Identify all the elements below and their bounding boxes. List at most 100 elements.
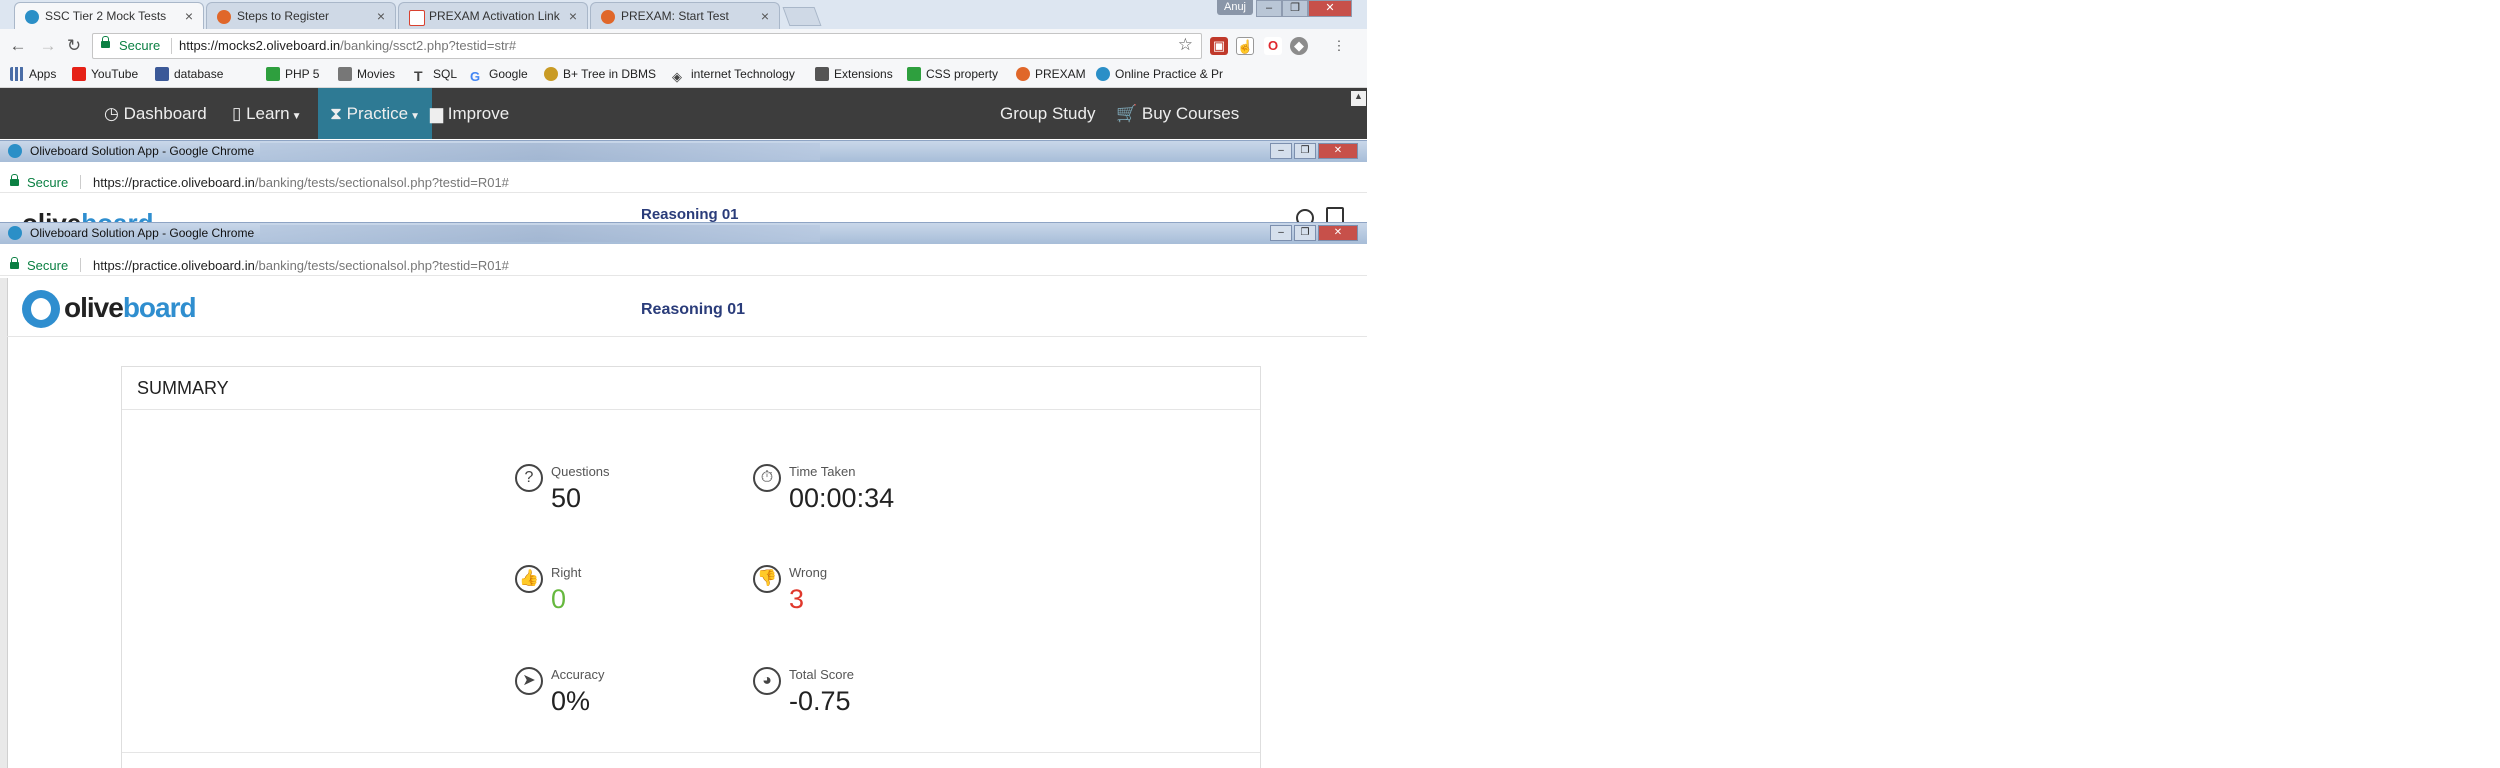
blurred-background	[260, 143, 820, 160]
nav-learn[interactable]: ▯ Learn ▼	[232, 88, 301, 139]
question-icon: ?	[515, 464, 543, 492]
bookmark-css[interactable]: CSS property	[907, 67, 998, 81]
bookmark-apps[interactable]: Apps	[10, 67, 56, 81]
oliveboard-icon	[8, 144, 22, 158]
address-bar[interactable]: Secure https://mocks2.oliveboard.in/bank…	[92, 33, 1202, 59]
extension-hand-icon[interactable]: ☝	[1236, 37, 1254, 55]
nav-improve[interactable]: ▆ Improve	[430, 88, 509, 139]
tab-label: SSC Tier 2 Mock Tests	[45, 9, 167, 23]
extension-red-icon[interactable]: ▣	[1210, 37, 1228, 55]
bookmark-sql[interactable]: T SQL	[414, 67, 457, 83]
restore-button[interactable]: ❐	[1282, 0, 1308, 17]
back-icon[interactable]: ←	[8, 36, 28, 56]
browser-toolbar: ← → ↻ Secure https://mocks2.oliveboard.i…	[0, 29, 1367, 64]
url-path: /banking/tests/sectionalsol.php?testid=R…	[254, 175, 509, 190]
reload-icon[interactable]: ↻	[64, 36, 84, 56]
nav-dashboard[interactable]: ◷ Dashboard	[104, 88, 207, 139]
restore-button[interactable]: ❐	[1294, 143, 1316, 159]
url-host: https://practice.oliveboard.in	[93, 258, 255, 273]
bookmark-database[interactable]: database	[155, 67, 223, 81]
close-window-button[interactable]: ✕	[1318, 143, 1358, 159]
tab-ssc-tier2[interactable]: SSC Tier 2 Mock Tests ×	[14, 2, 204, 29]
score-icon: ◕	[753, 667, 781, 695]
extension-gray-icon[interactable]: ◆	[1290, 37, 1308, 55]
cart-icon: 🛒	[1116, 104, 1142, 123]
google-icon: G	[470, 69, 481, 84]
popup-titlebar-back: Oliveboard Solution App - Google Chrome …	[0, 140, 1367, 162]
logo-cut: oliveboard	[22, 208, 153, 222]
close-icon[interactable]: ×	[761, 3, 769, 29]
nav-practice[interactable]: ⧗ Practice ▼	[318, 88, 432, 139]
blurred-background	[260, 225, 820, 242]
bookmark-label: CSS property	[926, 67, 999, 81]
stat-accuracy: ➤ Accuracy 0%	[515, 667, 775, 737]
bookmark-label: SQL	[433, 67, 458, 81]
close-icon[interactable]: ×	[569, 3, 577, 29]
bookmark-extensions[interactable]: Extensions	[815, 67, 893, 81]
star-icon[interactable]: ☆	[1178, 35, 1193, 55]
bookmark-php5[interactable]: PHP 5	[266, 67, 319, 81]
bookmark-youtube[interactable]: YouTube	[72, 67, 138, 81]
close-window-button[interactable]: ✕	[1318, 225, 1358, 241]
book-icon: ▯	[232, 104, 247, 123]
nav-buy-courses[interactable]: 🛒 Buy Courses	[1116, 88, 1239, 139]
nav-group-study[interactable]: Group Study	[1000, 88, 1095, 139]
movies-icon	[338, 67, 352, 81]
tab-steps-register[interactable]: Steps to Register ×	[206, 2, 396, 29]
close-icon[interactable]: ×	[377, 3, 385, 29]
bookmark-label: B+ Tree in DBMS	[563, 67, 657, 81]
bookmark-prexam[interactable]: PREXAM	[1016, 67, 1086, 81]
stat-value: 00:00:34	[789, 483, 895, 513]
minimize-button[interactable]: –	[1256, 0, 1282, 17]
logo-wordmark: oliveboard	[64, 292, 197, 324]
tab-label: PREXAM: Start Test	[621, 9, 729, 23]
menu-icon[interactable]: ⋮	[1330, 37, 1348, 55]
bookmark-online-practice[interactable]: Online Practice & Pr	[1096, 67, 1223, 81]
bookmark-label: Online Practice & Pr	[1115, 67, 1224, 81]
bookmark-google[interactable]: G Google	[470, 67, 528, 84]
logo-part2: board	[81, 208, 153, 222]
lock-icon	[10, 257, 19, 269]
paper-plane-icon: ➤	[515, 667, 543, 695]
clock-icon[interactable]	[1296, 209, 1314, 222]
popup-address[interactable]: Secure https://practice.oliveboard.in/ba…	[0, 255, 1367, 276]
stat-label: Time Taken	[789, 464, 856, 479]
opera-icon[interactable]: O	[1264, 37, 1282, 55]
divider	[80, 258, 81, 272]
bookmark-label: PHP 5	[285, 67, 320, 81]
profile-badge[interactable]: Anuj	[1217, 0, 1253, 15]
bookmark-movies[interactable]: Movies	[338, 67, 395, 81]
test-title-cut: Reasoning 01	[641, 206, 739, 222]
popup-address-back[interactable]: Secure https://practice.oliveboard.in/ba…	[0, 172, 1367, 193]
minimize-button[interactable]: –	[1270, 143, 1292, 159]
stat-value: 0	[551, 584, 567, 614]
bookmark-internet-tech[interactable]: ◈ internet Technology	[672, 67, 795, 84]
secure-label: Secure	[119, 38, 161, 53]
close-icon[interactable]: ×	[185, 3, 193, 29]
popup-content-back: oliveboard Reasoning 01	[0, 204, 1367, 222]
stat-right: 👍 Right 0	[515, 565, 775, 635]
nav-label: Buy Courses	[1141, 104, 1240, 123]
summary-header: SUMMARY	[122, 367, 1260, 410]
tab-prexam-activation[interactable]: PREXAM Activation Link ×	[398, 2, 588, 29]
stat-label: Right	[551, 565, 582, 580]
scroll-up-arrow[interactable]: ▲	[1351, 91, 1366, 106]
close-window-button[interactable]: ✕	[1308, 0, 1352, 17]
hourglass-icon: ⧗	[330, 104, 347, 123]
url-text: https://practice.oliveboard.in/banking/t…	[93, 175, 509, 190]
forward-icon[interactable]: →	[38, 36, 58, 56]
url-host: https://mocks2.oliveboard.in	[179, 38, 341, 53]
tab-label: PREXAM Activation Link	[429, 9, 560, 23]
secure-label: Secure	[27, 258, 69, 273]
oliveboard-icon	[1096, 67, 1110, 81]
bookmark-btree[interactable]: B+ Tree in DBMS	[544, 67, 656, 81]
tab-prexam-start[interactable]: PREXAM: Start Test ×	[590, 2, 780, 29]
calendar-icon[interactable]	[1326, 207, 1344, 222]
restore-button[interactable]: ❐	[1294, 225, 1316, 241]
stat-label: Wrong	[789, 565, 828, 580]
new-tab-button[interactable]	[782, 7, 822, 26]
minimize-button[interactable]: –	[1270, 225, 1292, 241]
screenshot: SSC Tier 2 Mock Tests × Steps to Registe…	[0, 0, 1367, 768]
logo-part1: olive	[22, 208, 81, 222]
bookmark-label: PREXAM	[1035, 67, 1086, 81]
